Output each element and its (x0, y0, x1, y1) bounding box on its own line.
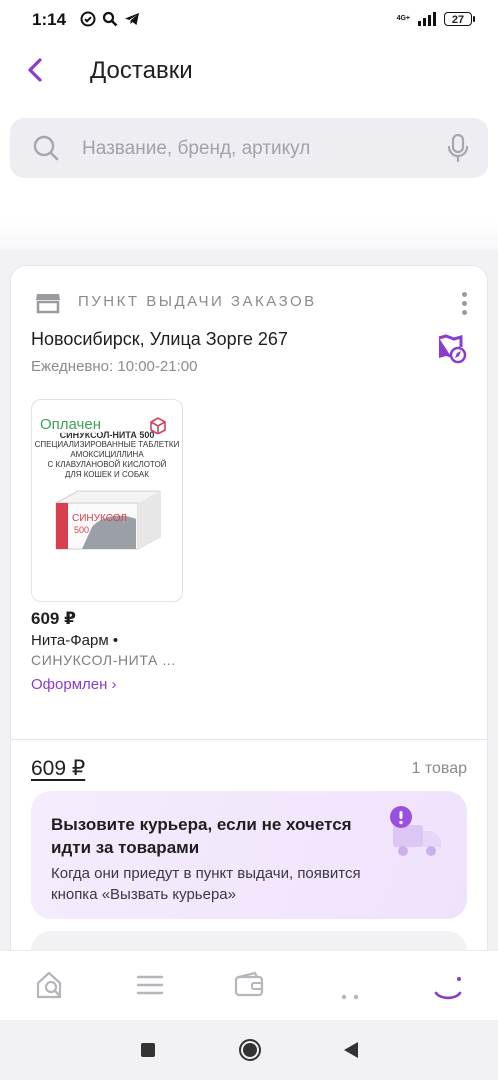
status-notification-icons (80, 11, 140, 27)
page-title: Доставки (90, 57, 193, 84)
delivery-truck-icon (390, 806, 441, 856)
order-total: 609 ₽ (31, 757, 86, 780)
promo-text: Когда они приедут в пункт выдачи, появит… (51, 865, 361, 903)
courier-promo-banner: Вызовите курьера, если не хочется идти з… (31, 791, 467, 919)
bottom-navigation (0, 950, 498, 1021)
product-seller: Нита-Фарм • (31, 632, 119, 649)
sync-check-icon (80, 11, 96, 27)
store-icon (36, 294, 60, 314)
home-search-icon[interactable] (34, 969, 66, 1001)
gift-box-icon (150, 417, 166, 434)
status-time: 1:14 (32, 10, 67, 29)
microphone-icon[interactable] (446, 133, 470, 163)
telegram-icon (125, 13, 139, 25)
product-name: СИНУКСОЛ-НИТА ... (31, 652, 176, 668)
product-brand-text: СИНУКСОЛ (72, 513, 127, 524)
scroll-fade (0, 220, 498, 250)
payment-status-badge: Оплачен (40, 416, 101, 433)
pickup-point-label: ПУНКТ ВЫДАЧИ ЗАКАЗОВ (78, 293, 317, 310)
product-card[interactable]: Оплачен СИНУКСОЛ-НИТА 500 СПЕЦИАЛИЗИРОВА… (31, 399, 183, 602)
menu-icon[interactable] (134, 969, 166, 1001)
product-image: СИНУКСОЛ 500 (55, 490, 161, 550)
search-bar[interactable]: Название, бренд, артикул (10, 118, 488, 178)
battery-icon: 27 (444, 12, 475, 26)
more-options-icon[interactable] (462, 292, 467, 315)
divider (11, 739, 487, 740)
recent-apps-button[interactable] (141, 1043, 155, 1057)
search-icon (33, 135, 59, 161)
profile-icon[interactable] (432, 969, 464, 1001)
status-bar: 1:14 4G+ 27 (0, 0, 498, 44)
pickup-address: Новосибирск, Улица Зорге 267 (31, 329, 288, 349)
product-image-caption: СИНУКСОЛ-НИТА 500 СПЕЦИАЛИЗИРОВАННЫЕ ТАБ… (34, 430, 180, 479)
chevron-left-icon[interactable] (22, 56, 50, 84)
home-button[interactable] (239, 1039, 261, 1061)
working-hours: Ежедневно: 10:00-21:00 (31, 358, 198, 375)
status-system-icons: 4G+ 27 (396, 12, 475, 26)
search-input[interactable]: Название, бренд, артикул (82, 138, 310, 160)
product-price: 609 ₽ (31, 609, 76, 628)
network-type: 4G+ (396, 15, 410, 22)
map-compass-icon[interactable] (437, 334, 467, 364)
order-status-link[interactable]: Оформлен › (31, 676, 117, 693)
product-dose-text: 500 (74, 525, 89, 535)
signal-icon (418, 12, 436, 26)
back-button[interactable] (343, 1041, 359, 1059)
search-status-icon (102, 11, 118, 27)
promo-title: Вызовите курьера, если не хочется идти з… (51, 815, 352, 857)
items-count: 1 товар (411, 760, 467, 777)
system-navigation-bar (0, 1020, 498, 1080)
more-icon[interactable] (334, 969, 366, 1001)
wallet-icon[interactable] (233, 969, 265, 1001)
delivery-card: ПУНКТ ВЫДАЧИ ЗАКАЗОВ Новосибирск, Улица … (10, 265, 488, 991)
